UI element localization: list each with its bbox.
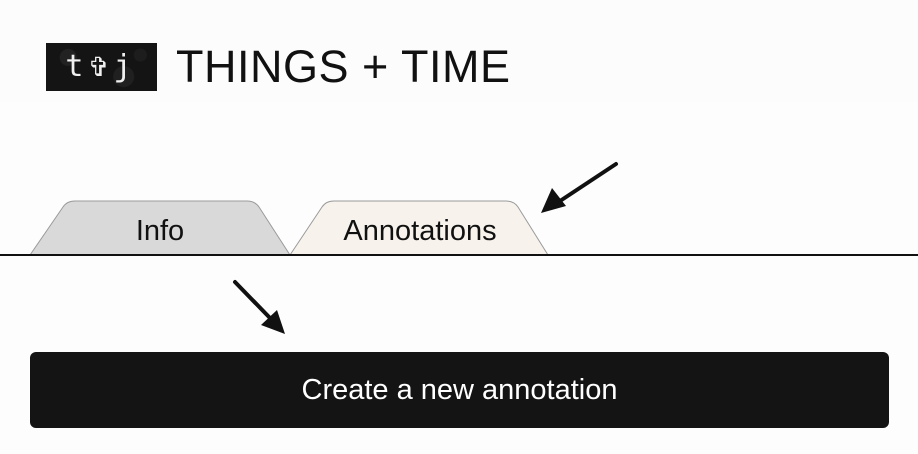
tab-annotations-label: Annotations	[343, 215, 497, 247]
create-annotation-button[interactable]: Create a new annotation	[30, 352, 889, 428]
tab-info-label: Info	[135, 215, 185, 247]
site-title[interactable]: THINGS + TIME	[176, 40, 510, 94]
logo[interactable]: t✞j	[46, 43, 157, 91]
arrow-down-right-icon	[233, 280, 285, 334]
logo-mark: t✞j	[65, 49, 138, 84]
